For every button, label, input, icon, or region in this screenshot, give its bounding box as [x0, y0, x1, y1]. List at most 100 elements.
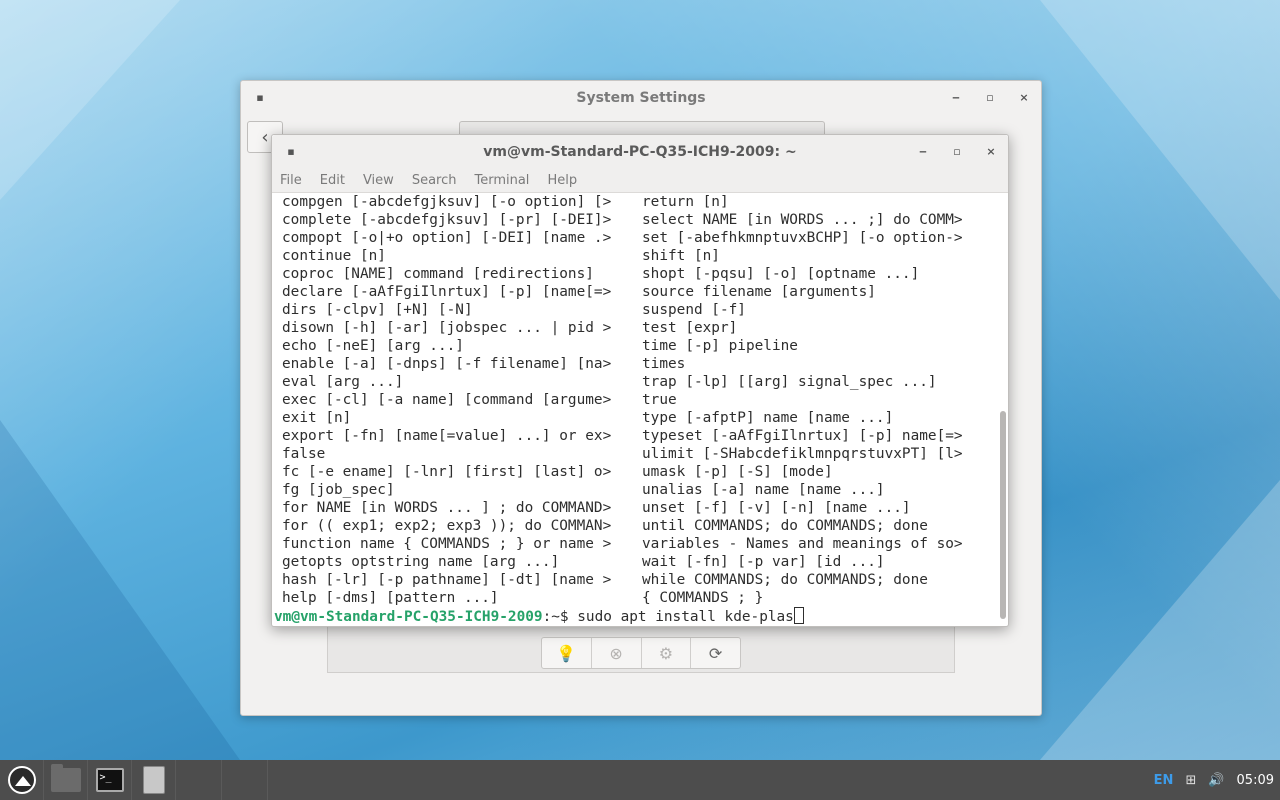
gear-icon[interactable]: ⚙	[642, 638, 692, 668]
settings-toolbar: 💡 ⊗ ⚙ ⟳	[541, 637, 741, 669]
file-manager-button[interactable]	[44, 760, 88, 800]
menu-terminal[interactable]: Terminal	[474, 173, 529, 188]
output-line: for NAME [in WORDS ... ] ; do COMMAND>	[282, 500, 612, 516]
clock[interactable]: 05:09	[1237, 773, 1274, 788]
terminal-output[interactable]: compgen [-abcdefgjksuv] [-o option] [> co…	[272, 193, 996, 627]
output-line: compgen [-abcdefgjksuv] [-o option] [>	[282, 194, 612, 210]
menu-view[interactable]: View	[363, 173, 394, 188]
output-line: shopt [-pqsu] [-o] [optname ...]	[642, 266, 920, 282]
settings-task-button[interactable]	[132, 760, 176, 800]
output-line: dirs [-clpv] [+N] [-N]	[282, 302, 473, 318]
output-line: shift [n]	[642, 248, 720, 264]
command-input[interactable]: sudo apt install kde-plas	[577, 609, 794, 625]
menu-search[interactable]: Search	[412, 173, 457, 188]
cancel-icon[interactable]: ⊗	[592, 638, 642, 668]
wallpaper-shape	[0, 0, 180, 200]
taskbar: >_ EN ⊞ 🔊 05:09	[0, 760, 1280, 800]
output-line: exec [-cl] [-a name] [command [argume>	[282, 392, 612, 408]
output-line: source filename [arguments]	[642, 284, 876, 300]
prompt-path: :~$	[542, 609, 578, 625]
output-line: return [n]	[642, 194, 729, 210]
terminal-task-button[interactable]: >_	[88, 760, 132, 800]
close-button[interactable]: ×	[984, 144, 998, 160]
window-menu-icon[interactable]: ▪	[284, 144, 298, 160]
output-line: help [-dms] [pattern ...]	[282, 590, 499, 606]
output-line: hash [-lr] [-p pathname] [-dt] [name >	[282, 572, 612, 588]
output-line: variables - Names and meanings of so>	[642, 536, 963, 552]
terminal-menubar: File Edit View Search Terminal Help	[272, 169, 1008, 193]
close-button[interactable]: ×	[1017, 90, 1031, 106]
maximize-button[interactable]: ▫	[950, 144, 964, 160]
output-line: getopts optstring name [arg ...]	[282, 554, 560, 570]
menu-help[interactable]: Help	[547, 173, 577, 188]
output-line: function name { COMMANDS ; } or name >	[282, 536, 612, 552]
folder-icon	[50, 764, 81, 792]
output-line: disown [-h] [-ar] [jobspec ... | pid >	[282, 320, 612, 336]
wallpaper-shape	[1040, 480, 1280, 760]
wallpaper-shape	[0, 420, 240, 760]
terminal-scrollbar[interactable]	[1000, 197, 1006, 627]
settings-titlebar[interactable]: ▪ System Settings ‒ ▫ ×	[241, 81, 1041, 115]
output-line: continue [n]	[282, 248, 386, 264]
output-line: umask [-p] [-S] [mode]	[642, 464, 833, 480]
output-line: export [-fn] [name[=value] ...] or ex>	[282, 428, 612, 444]
output-line: select NAME [in WORDS ... ;] do COMM>	[642, 212, 963, 228]
lightbulb-icon[interactable]: 💡	[542, 638, 592, 668]
output-line: { COMMANDS ; }	[642, 590, 764, 606]
maximize-button[interactable]: ▫	[983, 90, 997, 106]
output-line: time [-p] pipeline	[642, 338, 798, 354]
terminal-title: vm@vm-Standard-PC-Q35-ICH9-2009: ~	[483, 144, 797, 160]
app-launcher-icon	[7, 766, 36, 794]
network-icon[interactable]: ⊞	[1185, 773, 1196, 788]
start-menu-button[interactable]	[0, 760, 44, 800]
output-right-column: return [n] select NAME [in WORDS ... ;] d…	[642, 193, 963, 607]
output-line: until COMMANDS; do COMMANDS; done	[642, 518, 928, 534]
output-line: while COMMANDS; do COMMANDS; done	[642, 572, 928, 588]
output-left-column: compgen [-abcdefgjksuv] [-o option] [> co…	[282, 193, 611, 607]
output-line: wait [-fn] [-p var] [id ...]	[642, 554, 885, 570]
text-cursor	[793, 607, 804, 624]
prompt-user: vm@vm-Standard-PC-Q35-ICH9-2009	[274, 609, 543, 625]
output-line: type [-afptP] name [name ...]	[642, 410, 894, 426]
output-line: trap [-lp] [[arg] signal_spec ...]	[642, 374, 937, 390]
file-cabinet-icon	[142, 766, 165, 794]
taskbar-slot[interactable]	[222, 760, 268, 800]
output-line: set [-abefhkmnptuvxBCHP] [-o option->	[642, 230, 963, 246]
minimize-button[interactable]: ‒	[916, 144, 930, 160]
command-prompt[interactable]: vm@vm-Standard-PC-Q35-ICH9-2009:~$ sudo …	[274, 607, 804, 626]
settings-title: System Settings	[576, 90, 706, 106]
volume-icon[interactable]: 🔊	[1208, 773, 1224, 788]
output-line: ulimit [-SHabcdefiklmnpqrstuvxPT] [l>	[642, 446, 963, 462]
chevron-left-icon: ‹	[261, 126, 269, 148]
refresh-icon[interactable]: ⟳	[691, 638, 740, 668]
output-line: unset [-f] [-v] [-n] [name ...]	[642, 500, 911, 516]
scrollbar-thumb[interactable]	[1000, 411, 1006, 619]
keyboard-layout-indicator[interactable]: EN	[1154, 773, 1174, 788]
output-line: test [expr]	[642, 320, 738, 336]
terminal-icon: >_	[95, 768, 124, 792]
system-tray: EN ⊞ 🔊 05:09	[1154, 773, 1280, 788]
output-line: unalias [-a] name [name ...]	[642, 482, 885, 498]
output-line: coproc [NAME] command [redirections]	[282, 266, 594, 282]
terminal-window[interactable]: ▪ vm@vm-Standard-PC-Q35-ICH9-2009: ~ ‒ ▫…	[271, 134, 1009, 627]
output-line: true	[642, 392, 677, 408]
menu-edit[interactable]: Edit	[320, 173, 345, 188]
taskbar-slot[interactable]	[176, 760, 222, 800]
output-line: eval [arg ...]	[282, 374, 404, 390]
output-line: echo [-neE] [arg ...]	[282, 338, 464, 354]
output-line: declare [-aAfFgiIlnrtux] [-p] [name[=>	[282, 284, 612, 300]
output-line: typeset [-aAfFgiIlnrtux] [-p] name[=>	[642, 428, 963, 444]
wallpaper-shape	[1040, 0, 1280, 300]
output-line: suspend [-f]	[642, 302, 746, 318]
output-line: false	[282, 446, 326, 462]
terminal-titlebar[interactable]: ▪ vm@vm-Standard-PC-Q35-ICH9-2009: ~ ‒ ▫…	[272, 135, 1008, 169]
output-line: compopt [-o|+o option] [-DEI] [name .>	[282, 230, 612, 246]
output-line: times	[642, 356, 686, 372]
output-line: exit [n]	[282, 410, 352, 426]
window-menu-icon[interactable]: ▪	[253, 90, 267, 106]
menu-file[interactable]: File	[280, 173, 302, 188]
minimize-button[interactable]: ‒	[949, 90, 963, 106]
output-line: complete [-abcdefgjksuv] [-pr] [-DEI]>	[282, 212, 612, 228]
output-line: fc [-e ename] [-lnr] [first] [last] o>	[282, 464, 612, 480]
output-line: for (( exp1; exp2; exp3 )); do COMMAN>	[282, 518, 612, 534]
